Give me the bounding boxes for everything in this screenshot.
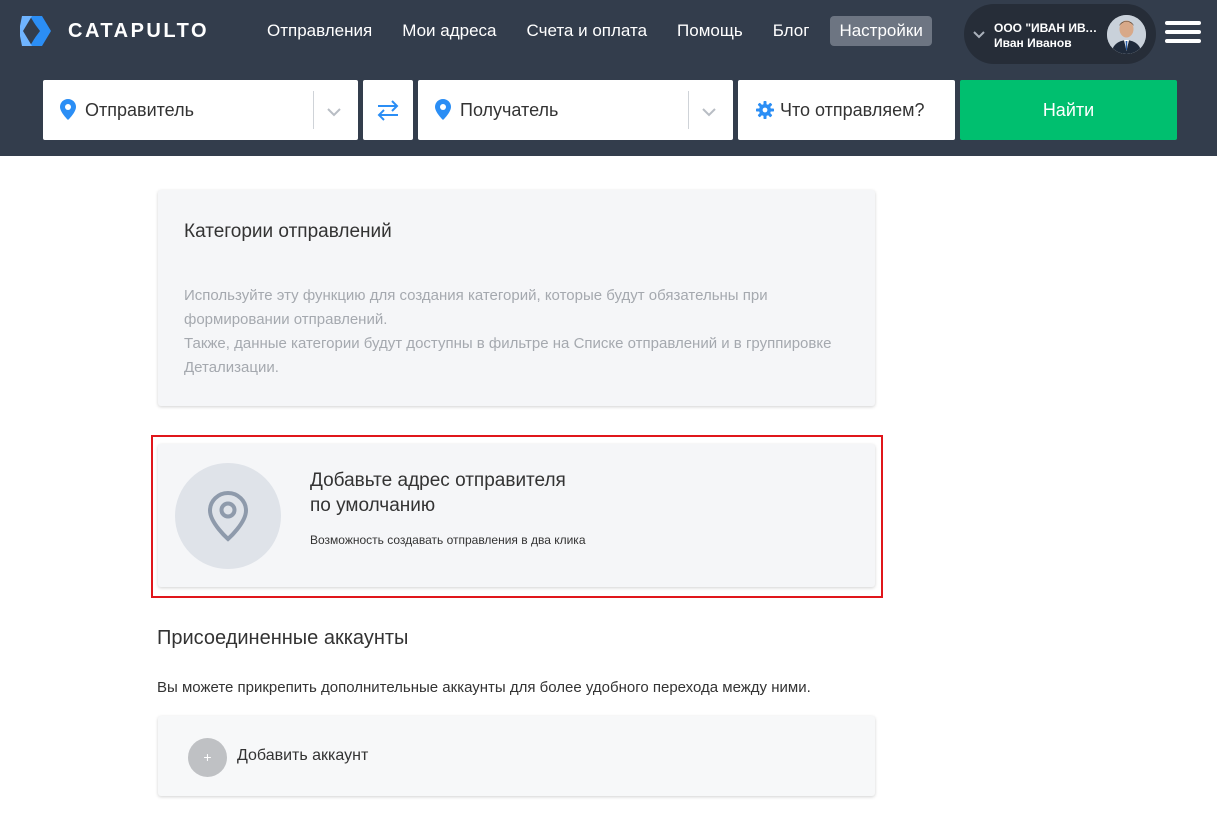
swap-button[interactable] (363, 80, 413, 140)
chevron-down-icon[interactable] (702, 104, 716, 122)
account-switcher[interactable]: ООО "ИВАН ИВАН... Иван Иванов (964, 4, 1156, 64)
nav-item-shipments[interactable]: Отправления (258, 16, 381, 46)
categories-description-line1: Используйте эту функцию для создания кат… (184, 287, 768, 328)
default-address-title-line1: Добавьте адрес отправителя (310, 470, 566, 491)
add-account-card[interactable]: + Добавить аккаунт (158, 716, 875, 796)
account-org-name: ООО "ИВАН ИВАН... (994, 21, 1104, 35)
gear-icon (756, 101, 774, 124)
nav-item-help[interactable]: Помощь (668, 16, 752, 46)
linked-accounts-heading: Присоединенные аккаунты (157, 627, 409, 649)
location-pin-icon (60, 99, 76, 125)
plus-icon[interactable]: + (188, 738, 227, 777)
default-address-subtitle: Возможность создавать отправления в два … (310, 533, 586, 547)
categories-title: Категории отправлений (184, 221, 392, 242)
menu-icon[interactable] (1165, 21, 1201, 43)
categories-description: Используйте эту функцию для создания кат… (184, 284, 844, 380)
location-pin-icon (435, 99, 451, 125)
categories-description-line2: Также, данные категории будут доступны в… (184, 335, 832, 376)
field-divider (313, 91, 314, 129)
chevron-down-icon[interactable] (327, 104, 341, 122)
avatar (1107, 15, 1146, 54)
nav-item-addresses[interactable]: Мои адреса (393, 16, 505, 46)
logo-icon (20, 15, 56, 47)
sender-select[interactable]: Отправитель (43, 80, 358, 140)
top-header: CATAPULTO Отправления Мои адреса Счета и… (0, 0, 1217, 156)
add-account-label[interactable]: Добавить аккаунт (237, 747, 368, 765)
nav-item-blog[interactable]: Блог (764, 16, 819, 46)
field-divider (688, 91, 689, 129)
cargo-placeholder: Что отправляем? (780, 100, 925, 120)
sender-placeholder: Отправитель (85, 100, 194, 120)
logo[interactable]: CATAPULTO (20, 15, 209, 47)
receiver-placeholder: Получатель (460, 100, 559, 120)
logo-text: CATAPULTO (68, 19, 210, 42)
nav-item-settings[interactable]: Настройки (830, 16, 932, 46)
cargo-input[interactable]: Что отправляем? (738, 80, 955, 140)
find-button[interactable]: Найти (960, 80, 1177, 140)
nav-item-billing[interactable]: Счета и оплата (518, 16, 657, 46)
linked-accounts-description: Вы можете прикрепить дополнительные акка… (157, 679, 811, 696)
default-address-title-line2: по умолчанию (310, 495, 436, 516)
categories-card: Категории отправлений Используйте эту фу… (158, 190, 875, 406)
chevron-down-icon (973, 26, 985, 44)
main-nav: Отправления Мои адреса Счета и оплата По… (258, 16, 944, 46)
receiver-select[interactable]: Получатель (418, 80, 733, 140)
default-address-card[interactable]: Добавьте адрес отправителя по умолчанию … (158, 444, 875, 587)
pin-circle (175, 463, 281, 569)
default-address-title: Добавьте адрес отправителя по умолчанию (310, 468, 566, 518)
account-user-name: Иван Иванов (994, 36, 1072, 50)
